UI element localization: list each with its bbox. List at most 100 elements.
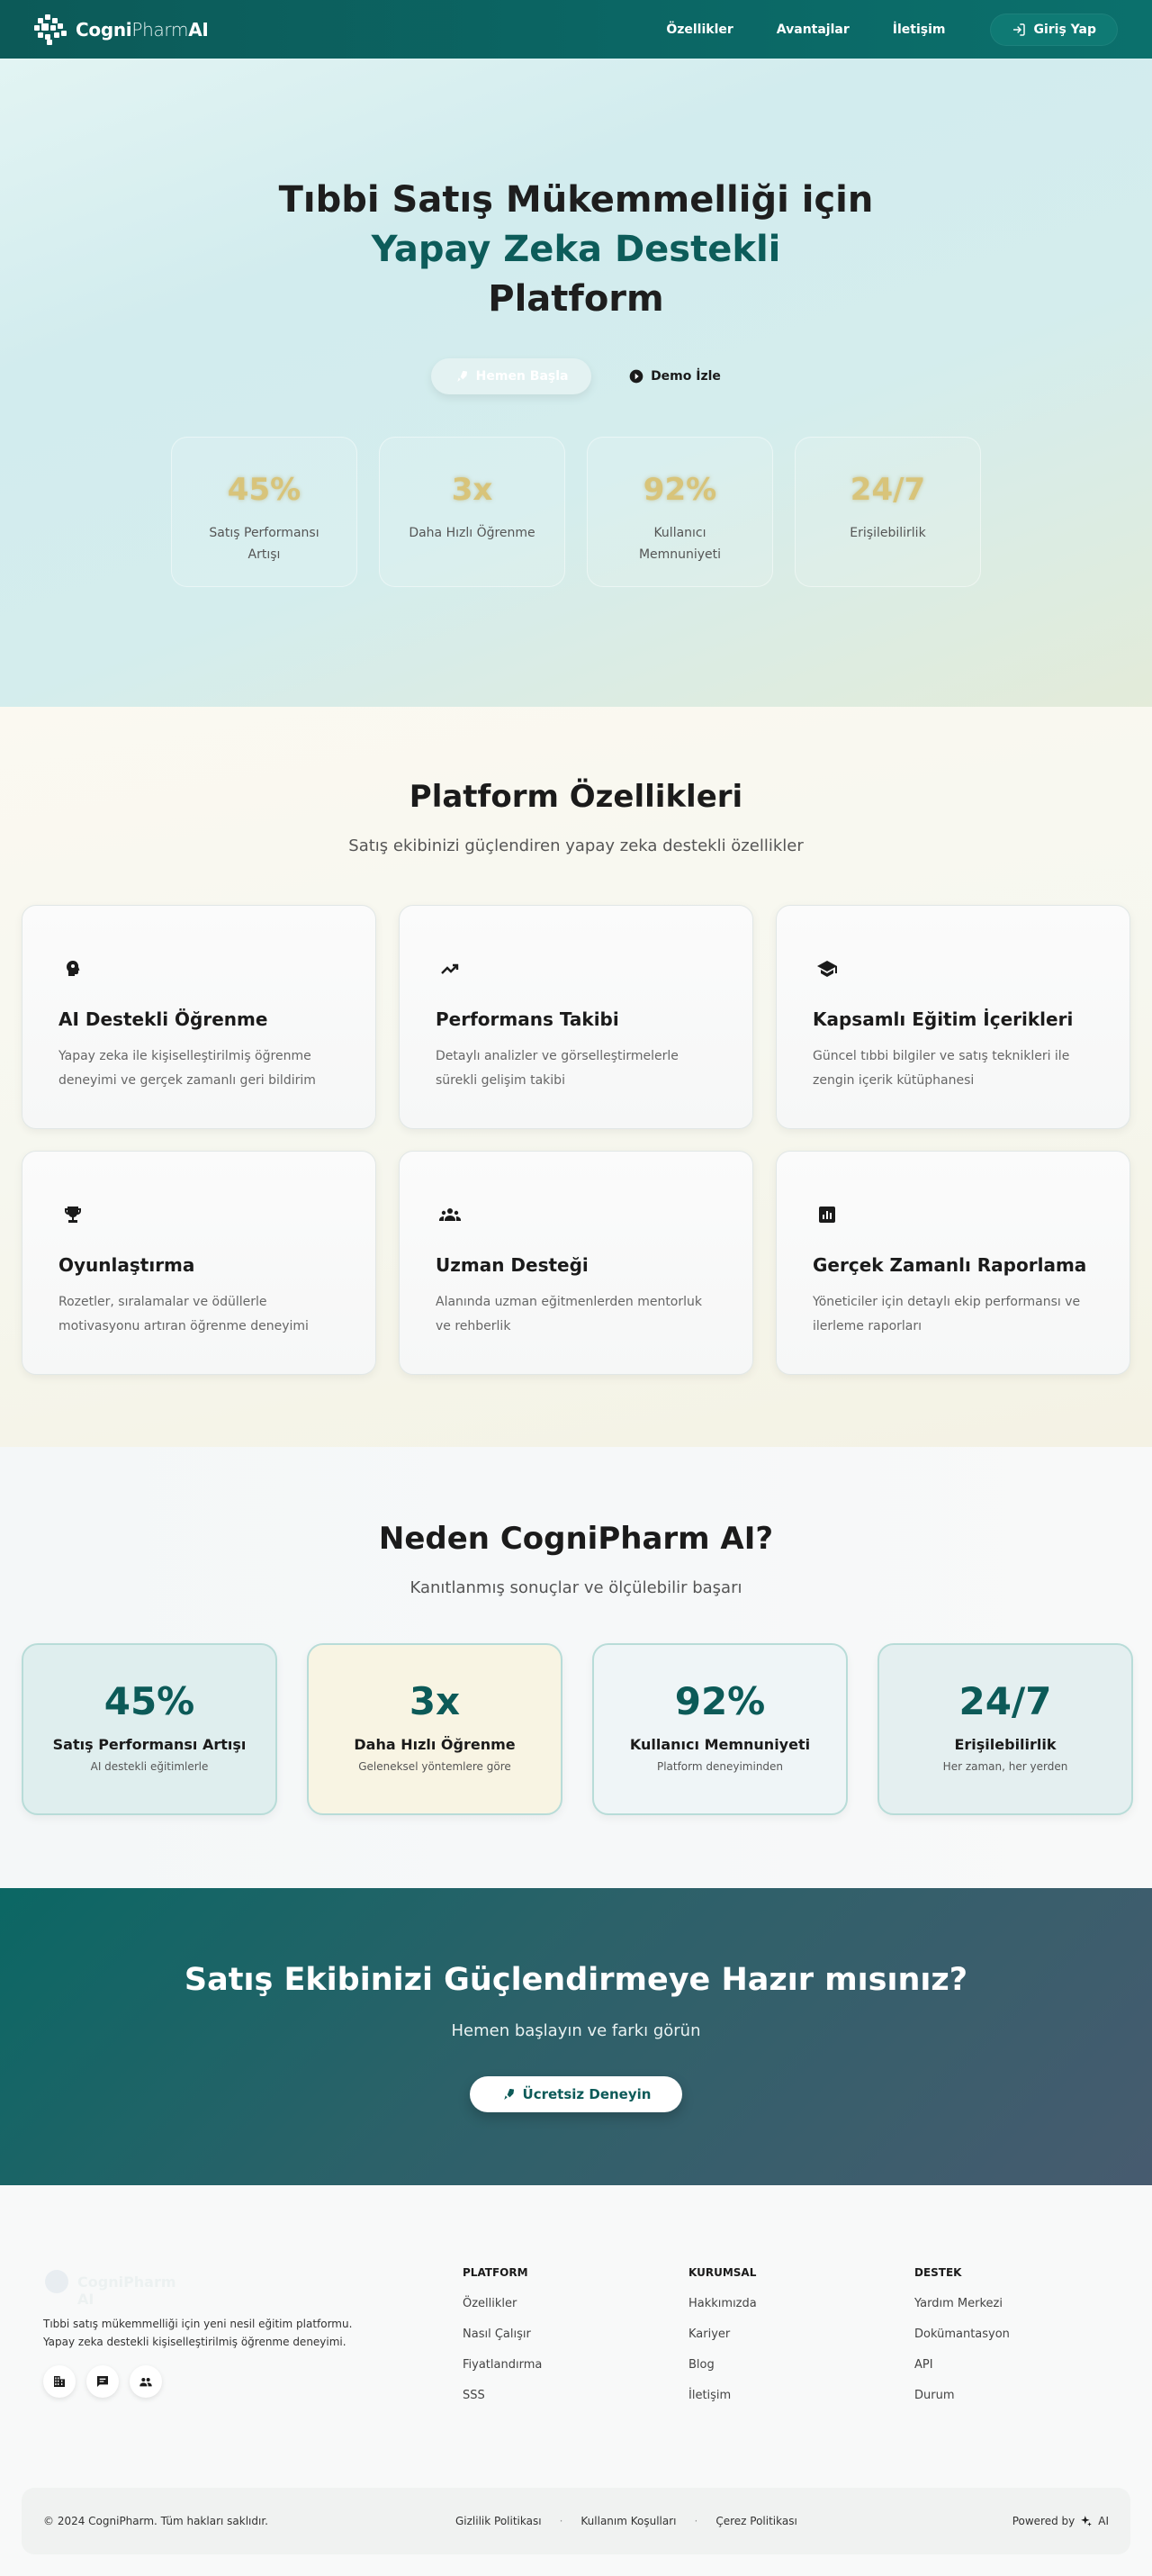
footer-link[interactable]: API — [914, 2358, 1010, 2372]
terms-link[interactable]: Kullanım Koşulları — [580, 2515, 676, 2527]
footer-link[interactable]: Blog — [688, 2358, 757, 2372]
feature-title: Performans Takibi — [436, 1008, 619, 1030]
cta-title: Satış Ekibinizi Güçlendirmeye Hazır mısı… — [184, 1962, 968, 1998]
play-circle-icon — [629, 369, 644, 384]
privacy-link[interactable]: Gizlilik Politikası — [455, 2515, 542, 2527]
rocket-icon — [503, 2089, 514, 2100]
hero-title-line3: Platform — [488, 278, 664, 320]
feature-card: AI Destekli Öğrenme Yapay zeka ile kişis… — [22, 905, 376, 1129]
hero-stats: 45% Satış Performansı Artışı 3x Daha Hız… — [171, 437, 981, 587]
features-grid: AI Destekli Öğrenme Yapay zeka ile kişis… — [22, 905, 1130, 1375]
group-icon — [439, 1208, 461, 1221]
footer-link[interactable]: Dokümantasyon — [914, 2327, 1010, 2341]
cookie-link[interactable]: Çerez Politikası — [716, 2515, 796, 2527]
company-icon[interactable] — [43, 2365, 76, 2398]
footer-logo[interactable]: CogniPharm AI — [43, 2268, 196, 2308]
why-card-sub: Geleneksel yöntemlere göre — [358, 1760, 511, 1773]
why-value: 3x — [409, 1679, 461, 1723]
brain-head-icon — [67, 960, 80, 976]
graduation-cap-icon — [817, 961, 837, 977]
stat-label: Erişilebilirlik — [850, 526, 926, 540]
why-card-title: Kullanıcı Memnuniyeti — [629, 1736, 811, 1753]
feature-card: Uzman Desteği Alanında uzman eğitmenlerd… — [399, 1151, 753, 1375]
why-card-sub: AI destekli eğitimlerle — [90, 1760, 209, 1773]
powered-by-ai: AI — [1098, 2515, 1109, 2527]
copyright: © 2024 CogniPharm. Tüm hakları saklıdır. — [43, 2515, 268, 2527]
feature-desc: Detaylı analizler ve görselleştirmelerle… — [436, 1049, 679, 1088]
stat-value: 45% — [227, 472, 302, 508]
nav-link-features[interactable]: Özellikler — [666, 23, 733, 37]
stat-value: 24/7 — [850, 472, 926, 508]
hero-stat-card: 92% Kullanıcı Memnuniyeti — [587, 437, 773, 587]
features-section: Platform Özellikleri Satış ekibinizi güç… — [0, 707, 1152, 1447]
why-title: Neden CogniPharm AI? — [378, 1521, 774, 1557]
free-trial-button[interactable]: Ücretsiz Deneyin — [470, 2076, 682, 2112]
stat-value: 3x — [451, 472, 493, 508]
nav-link-contact[interactable]: İletişim — [893, 23, 946, 37]
stat-value: 92% — [643, 472, 717, 508]
stat-label: Daha Hızlı Öğrenme — [409, 526, 536, 540]
login-button[interactable]: Giriş Yap — [990, 13, 1118, 46]
why-card: 45% Satış Performansı Artışı AI destekli… — [22, 1643, 277, 1815]
footer-col-head: DESTEK — [914, 2266, 962, 2279]
trophy-icon — [65, 1207, 81, 1223]
footer-link[interactable]: Kariyer — [688, 2327, 757, 2341]
footer-col-head: PLATFORM — [463, 2266, 528, 2279]
features-title: Platform Özellikleri — [409, 779, 743, 815]
why-card-sub: Her zaman, her yerden — [942, 1760, 1068, 1773]
feature-card: Oyunlaştırma Rozetler, sıralamalar ve öd… — [22, 1151, 376, 1375]
feature-title: Oyunlaştırma — [58, 1254, 195, 1276]
footer-link[interactable]: Hakkımızda — [688, 2297, 757, 2310]
feature-card: Kapsamlı Eğitim İçerikleri Güncel tıbbi … — [776, 905, 1130, 1129]
feature-title: Uzman Desteği — [436, 1254, 589, 1276]
logo-mark-icon — [45, 2270, 68, 2293]
footer-link[interactable]: Özellikler — [463, 2297, 542, 2310]
community-icon[interactable] — [130, 2365, 162, 2398]
footer-link[interactable]: Nasıl Çalışır — [463, 2327, 542, 2341]
login-label: Giriş Yap — [1033, 22, 1096, 37]
footer-link[interactable]: Yardım Merkezi — [914, 2297, 1010, 2310]
separator-dot: · — [559, 2515, 563, 2527]
feature-desc: Rozetler, sıralamalar ve ödüllerle motiv… — [58, 1295, 309, 1333]
footer-social — [43, 2365, 162, 2398]
why-value: 92% — [674, 1679, 766, 1723]
hero-section: Tıbbi Satış Mükemmelliği için Yapay Zeka… — [0, 59, 1152, 707]
features-subtitle: Satış ekibinizi güçlendiren yapay zeka d… — [348, 836, 804, 855]
why-section: Neden CogniPharm AI? Kanıtlanmış sonuçla… — [0, 1447, 1152, 1888]
chat-icon[interactable] — [86, 2365, 119, 2398]
why-value: 45% — [104, 1679, 195, 1723]
hero-stat-card: 3x Daha Hızlı Öğrenme — [379, 437, 565, 587]
powered-by-label: Powered by — [1012, 2515, 1076, 2527]
why-card-title: Daha Hızlı Öğrenme — [354, 1736, 516, 1753]
hero-title-line1: Tıbbi Satış Mükemmelliği için — [278, 179, 874, 221]
why-card-title: Satış Performansı Artışı — [52, 1736, 247, 1753]
feature-card: Performans Takibi Detaylı analizler ve g… — [399, 905, 753, 1129]
login-icon — [1013, 23, 1026, 36]
brand-logo[interactable]: CogniPharmAI — [34, 13, 209, 47]
why-value: 24/7 — [958, 1679, 1052, 1723]
footer-link[interactable]: İletişim — [688, 2389, 757, 2402]
why-subtitle: Kanıtlanmış sonuçlar ve ölçülebilir başa… — [410, 1578, 742, 1597]
why-cards: 45% Satış Performansı Artışı AI destekli… — [22, 1643, 1133, 1815]
stat-label: Satış Performansı Artışı — [209, 526, 320, 562]
sparkle-icon — [1081, 2516, 1093, 2526]
feature-card: Gerçek Zamanlı Raporlama Yöneticiler içi… — [776, 1151, 1130, 1375]
feature-desc: Güncel tıbbi bilgiler ve satış teknikler… — [813, 1049, 1070, 1088]
footer-link[interactable]: Fiyatlandırma — [463, 2358, 542, 2372]
hero-stat-card: 24/7 Erişilebilirlik — [795, 437, 981, 587]
hero-stat-card: 45% Satış Performansı Artışı — [171, 437, 357, 587]
why-card-title: Erişilebilirlik — [954, 1736, 1057, 1753]
footer-link[interactable]: SSS — [463, 2389, 542, 2402]
rocket-icon — [456, 371, 467, 382]
cta-subtitle: Hemen başlayın ve farkı görün — [451, 2021, 701, 2040]
hero-title: Tıbbi Satış Mükemmelliği için Yapay Zeka… — [0, 176, 1152, 324]
footer-col-head: KURUMSAL — [688, 2266, 757, 2279]
footer-link[interactable]: Durum — [914, 2389, 1010, 2402]
hero-title-line2: Yapay Zeka Destekli — [371, 229, 781, 270]
why-card: 92% Kullanıcı Memnuniyeti Platform deney… — [592, 1643, 848, 1815]
nav-link-advantages[interactable]: Avantajlar — [777, 23, 850, 37]
start-now-button[interactable]: Hemen Başla — [431, 358, 592, 394]
why-card: 3x Daha Hızlı Öğrenme Geleneksel yönteml… — [307, 1643, 562, 1815]
watch-demo-button[interactable]: Demo İzle — [629, 358, 721, 394]
feature-title: AI Destekli Öğrenme — [58, 1008, 268, 1030]
